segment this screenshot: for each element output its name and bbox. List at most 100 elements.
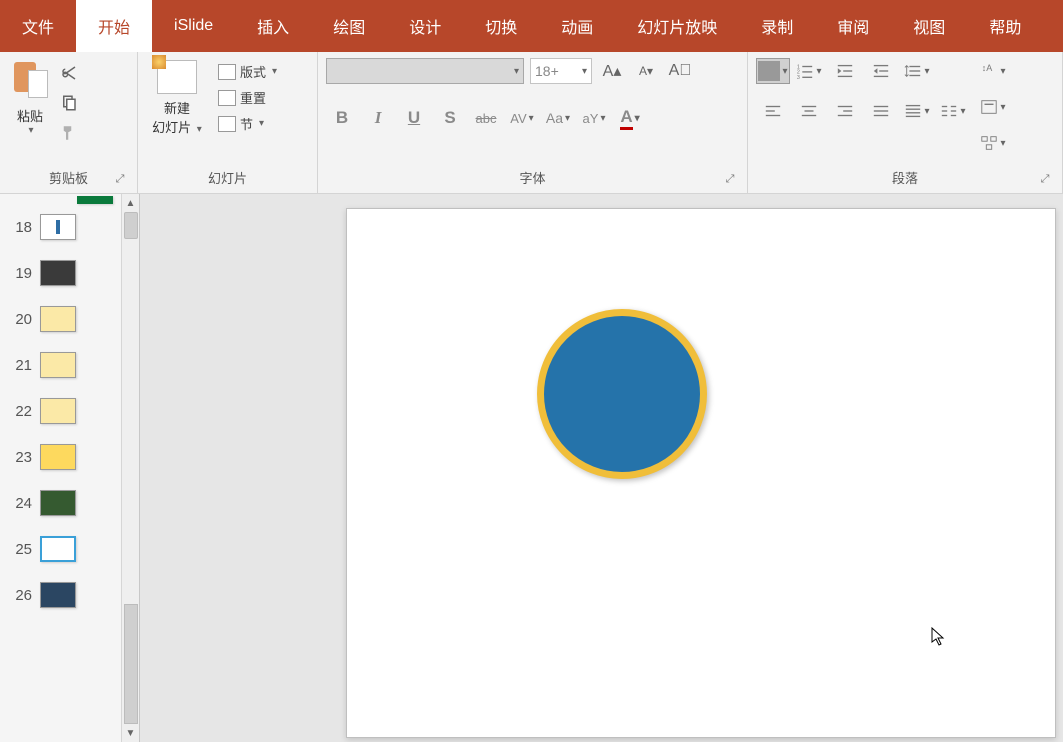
tab-animations[interactable]: 动画 xyxy=(539,0,615,52)
layout-button[interactable]: 版式 ▾ xyxy=(214,60,281,83)
increase-font-icon: A▴ xyxy=(603,61,622,81)
section-icon xyxy=(218,116,236,132)
align-center-button[interactable] xyxy=(792,98,826,124)
tab-draw[interactable]: 绘图 xyxy=(311,0,387,52)
slide-canvas[interactable] xyxy=(346,208,1056,738)
numbering-button[interactable]: 123▾ xyxy=(792,58,826,84)
justify-button[interactable] xyxy=(864,98,898,124)
font-launcher[interactable]: ⤢ xyxy=(723,173,737,187)
chevron-down-icon: ▾ xyxy=(582,66,587,77)
main-area: 18 19 20 21 22 23 24 25 26 ▲ ▼ xyxy=(0,194,1063,742)
tab-slideshow[interactable]: 幻灯片放映 xyxy=(615,0,739,52)
bullets-button[interactable]: ▾ xyxy=(756,58,790,84)
new-slide-button[interactable]: 新建 幻灯片 ▾ xyxy=(146,58,208,136)
chevron-down-icon: ▾ xyxy=(600,113,605,124)
font-size-value: 18+ xyxy=(535,63,559,79)
layout-icon xyxy=(218,64,236,80)
tab-transitions[interactable]: 切换 xyxy=(463,0,539,52)
bold-button[interactable]: B xyxy=(326,104,358,132)
scroll-up-button[interactable]: ▲ xyxy=(122,194,139,212)
paste-button[interactable]: 粘贴 ▾ xyxy=(8,58,52,136)
reset-icon xyxy=(218,90,236,106)
bullets-icon xyxy=(758,61,780,81)
tab-home[interactable]: 开始 xyxy=(76,0,152,52)
slide-thumb-26[interactable] xyxy=(40,582,76,608)
chevron-down-icon: ▾ xyxy=(816,66,821,77)
line-spacing-button[interactable]: ▾ xyxy=(900,58,934,84)
justify-icon xyxy=(872,102,890,120)
highlight-button[interactable]: aY▾ xyxy=(578,104,610,132)
format-painter-button[interactable] xyxy=(58,122,80,144)
decrease-font-icon: A▾ xyxy=(639,64,653,78)
slide-thumbnails-panel: 18 19 20 21 22 23 24 25 26 ▲ ▼ xyxy=(0,194,140,742)
font-color-button[interactable]: A▾ xyxy=(614,104,646,132)
clipboard-launcher[interactable]: ⤢ xyxy=(113,173,127,187)
cut-button[interactable] xyxy=(58,62,80,84)
new-slide-label-2: 幻灯片 xyxy=(152,120,191,135)
tab-islide[interactable]: iSlide xyxy=(152,0,235,52)
thumbnails-scrollbar: ▲ ▼ xyxy=(121,194,139,742)
char-spacing-button[interactable]: AV▾ xyxy=(506,104,538,132)
paragraph-launcher[interactable]: ⤢ xyxy=(1038,173,1052,187)
tab-file[interactable]: 文件 xyxy=(0,0,76,52)
tab-view[interactable]: 视图 xyxy=(891,0,967,52)
clear-format-button[interactable]: A⃠ xyxy=(666,58,694,84)
new-slide-icon xyxy=(157,60,197,94)
align-right-button[interactable] xyxy=(828,98,862,124)
group-font: ▾ 18+ ▾ A▴ A▾ A⃠ B I U S abc AV▾ Aa▾ aY▾… xyxy=(318,52,748,193)
align-text-button[interactable]: ▾ xyxy=(976,94,1010,120)
scroll-thumb[interactable] xyxy=(124,212,138,239)
chevron-down-icon: ▾ xyxy=(259,118,264,129)
distribute-button[interactable]: ▾ xyxy=(900,98,934,124)
text-shadow-button[interactable]: S xyxy=(434,104,466,132)
chevron-down-icon: ▾ xyxy=(197,124,202,135)
menu-bar: 文件 开始 iSlide 插入 绘图 设计 切换 动画 幻灯片放映 录制 审阅 … xyxy=(0,0,1063,52)
slide-thumb-19[interactable] xyxy=(40,260,76,286)
slide-thumb-23[interactable] xyxy=(40,444,76,470)
group-clipboard: 粘贴 ▾ 剪贴板 ⤢ xyxy=(0,52,138,193)
chevron-down-icon: ▾ xyxy=(28,125,33,136)
svg-text:3: 3 xyxy=(797,75,800,80)
slide-thumb-partial[interactable] xyxy=(77,196,113,204)
scroll-thumb-secondary[interactable] xyxy=(124,604,138,724)
tab-design[interactable]: 设计 xyxy=(387,0,463,52)
reset-label: 重置 xyxy=(240,88,266,107)
smartart-button[interactable]: ▾ xyxy=(976,130,1010,156)
change-case-button[interactable]: Aa▾ xyxy=(542,104,574,132)
chevron-down-icon: ▾ xyxy=(514,66,519,77)
slide-thumb-20[interactable] xyxy=(40,306,76,332)
underline-button[interactable]: U xyxy=(398,104,430,132)
increase-indent-button[interactable] xyxy=(864,58,898,84)
slide-thumb-25[interactable] xyxy=(40,536,76,562)
align-left-button[interactable] xyxy=(756,98,790,124)
decrease-indent-button[interactable] xyxy=(828,58,862,84)
case-label: Aa xyxy=(546,110,563,126)
italic-button[interactable]: I xyxy=(362,104,394,132)
increase-font-button[interactable]: A▴ xyxy=(598,58,626,84)
slide-thumb-24[interactable] xyxy=(40,490,76,516)
tab-help[interactable]: 帮助 xyxy=(967,0,1043,52)
scroll-down-button[interactable]: ▼ xyxy=(122,724,139,742)
slide-thumb-18[interactable] xyxy=(40,214,76,240)
text-direction-button[interactable]: ↕A▾ xyxy=(976,58,1010,84)
tab-insert[interactable]: 插入 xyxy=(235,0,311,52)
thumb-number: 21 xyxy=(6,357,32,374)
columns-button[interactable]: ▾ xyxy=(936,98,970,124)
copy-button[interactable] xyxy=(58,92,80,114)
section-button[interactable]: 节 ▾ xyxy=(214,112,281,135)
slide-thumb-22[interactable] xyxy=(40,398,76,424)
tab-review[interactable]: 审阅 xyxy=(815,0,891,52)
decrease-font-button[interactable]: A▾ xyxy=(632,58,660,84)
distribute-icon xyxy=(904,102,922,120)
tab-record[interactable]: 录制 xyxy=(739,0,815,52)
font-family-combo[interactable]: ▾ xyxy=(326,58,524,84)
outdent-icon xyxy=(836,62,854,80)
thumb-number: 19 xyxy=(6,265,32,282)
slide-thumb-21[interactable] xyxy=(40,352,76,378)
strikethrough-button[interactable]: abc xyxy=(470,104,502,132)
slide-canvas-area[interactable] xyxy=(140,194,1063,742)
chevron-down-icon: ▾ xyxy=(1000,66,1005,77)
circle-shape[interactable] xyxy=(537,309,707,479)
reset-button[interactable]: 重置 xyxy=(214,86,281,109)
font-size-combo[interactable]: 18+ ▾ xyxy=(530,58,592,84)
